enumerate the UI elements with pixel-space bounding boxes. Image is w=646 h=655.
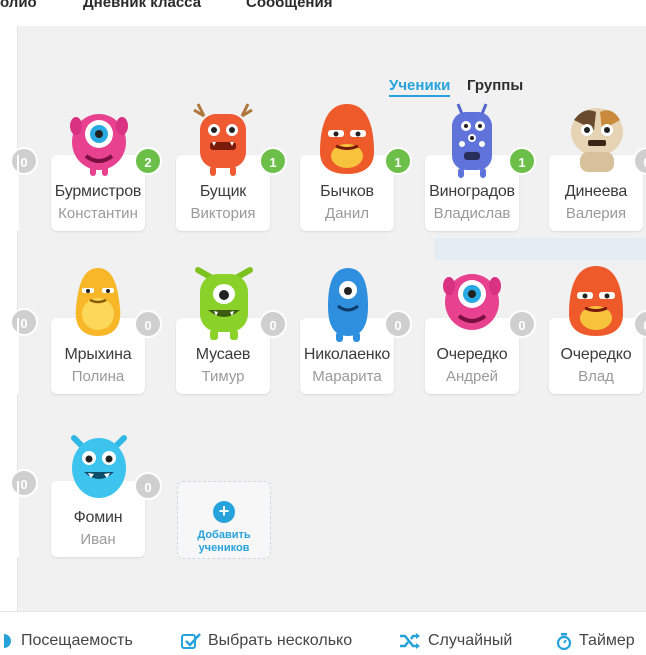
student-first-name: Виноградов [429, 183, 515, 200]
monster-avatar-icon [195, 267, 253, 340]
bottom-toolbar: Посещаемость Выбрать несколько Случайный… [0, 611, 646, 655]
tab-messages[interactable]: Сообщения [246, 0, 332, 11]
points-badge: 0 [384, 310, 412, 338]
monster-avatar-icon [328, 268, 368, 342]
partial-card [17, 155, 19, 231]
points-badge: 2 [134, 147, 162, 175]
student-last-name: Виктория [190, 205, 256, 222]
points-badge: 1 [259, 147, 287, 175]
add-students-label: Добавить учеников [197, 529, 251, 554]
student-first-name: Мрыхина [64, 346, 132, 363]
attendance-button[interactable]: Посещаемость [4, 632, 133, 650]
student-last-name: Тимур [201, 368, 245, 385]
monster-avatar-icon [70, 114, 128, 176]
checkbox-icon [181, 633, 201, 649]
monster-avatar-icon [193, 103, 253, 176]
student-last-name: Валерия [565, 205, 627, 222]
random-button[interactable]: Случайный [399, 632, 512, 650]
student-first-name: Очередко [436, 346, 508, 363]
student-first-name: Динеева [564, 183, 628, 200]
student-last-name: Иван [80, 531, 116, 548]
student-last-name: Марарита [312, 368, 382, 385]
points-badge: 0 [10, 308, 38, 336]
student-last-name: Данил [325, 205, 369, 222]
points-badge: 1 [508, 147, 536, 175]
toggle-students[interactable]: Ученики [389, 77, 451, 97]
student-first-name: Бущик [199, 183, 247, 200]
points-badge: 0 [508, 310, 536, 338]
monster-avatar-icon [71, 435, 127, 498]
top-nav: олио Дневник класса Сообщения [0, 0, 646, 26]
student-first-name: Мусаев [195, 346, 251, 363]
points-badge: 0 [10, 147, 38, 175]
toggle-groups[interactable]: Группы [467, 77, 523, 94]
partial-card [17, 481, 19, 557]
student-last-name: Константин [58, 205, 138, 222]
points-badge: 0 [134, 310, 162, 338]
monster-avatar-icon [569, 266, 623, 336]
student-first-name: Фомин [73, 509, 123, 526]
monster-avatar-icon [452, 103, 492, 178]
plus-icon: + [213, 501, 235, 523]
monster-avatar-icon [75, 268, 121, 336]
partial-card [17, 318, 19, 394]
drag-ghost [434, 238, 646, 260]
stopwatch-icon [556, 633, 572, 650]
monster-avatar-icon [320, 104, 374, 174]
add-students-button[interactable]: + Добавить учеников [177, 481, 271, 559]
shuffle-icon [400, 633, 420, 649]
student-first-name: Бычков [320, 183, 374, 200]
points-badge: 1 [384, 147, 412, 175]
attendance-icon [4, 634, 11, 648]
student-last-name: Андрей [445, 368, 499, 385]
tab-portfolio[interactable]: олио [0, 0, 37, 11]
student-first-name: Очередко [560, 346, 632, 363]
student-last-name: Полина [71, 368, 125, 385]
select-multiple-button[interactable]: Выбрать несколько [181, 632, 352, 650]
student-last-name: Владислав [433, 205, 511, 222]
monster-avatar-icon [571, 108, 623, 172]
tab-class-diary[interactable]: Дневник класса [83, 0, 201, 11]
monster-avatar-icon [443, 274, 501, 330]
student-last-name: Влад [578, 368, 614, 385]
timer-button[interactable]: Таймер [556, 632, 635, 650]
points-badge: 0 [259, 310, 287, 338]
points-badge: 0 [134, 472, 162, 500]
student-first-name: Николаенко [303, 346, 391, 363]
points-badge: 0 [10, 469, 38, 497]
student-first-name: Бурмистров [54, 183, 142, 200]
